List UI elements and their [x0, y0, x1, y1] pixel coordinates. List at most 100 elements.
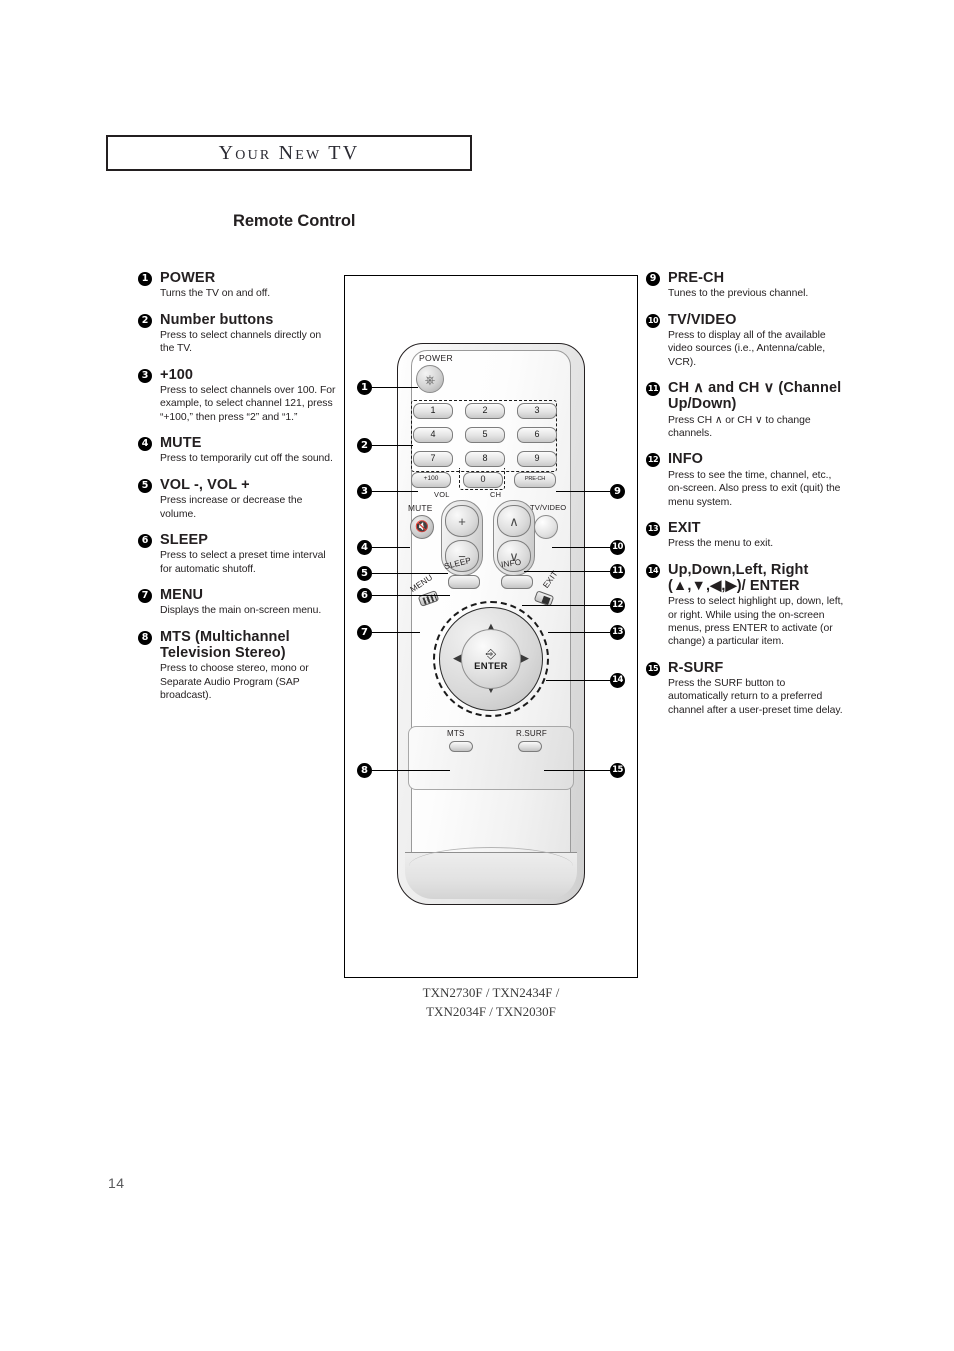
- figure-callout-6: 6: [357, 588, 372, 603]
- plus100-button[interactable]: +100: [411, 472, 451, 488]
- page-title: Remote Control: [233, 212, 356, 230]
- number-key-4[interactable]: 4: [413, 427, 453, 443]
- number-key-5[interactable]: 5: [465, 427, 505, 443]
- remote-bottom-bezel: [405, 847, 577, 899]
- mts-button[interactable]: [449, 741, 473, 752]
- figure-caption: TXN2730F / TXN2434F / TXN2034F / TXN2030…: [344, 984, 638, 1022]
- figure-callout-14: 14: [610, 673, 625, 688]
- leader-line-10: [552, 547, 610, 549]
- leader-line-2: [372, 445, 413, 447]
- item-title: INFO: [668, 451, 704, 468]
- list-item: 6 SLEEP Press to select a preset time in…: [138, 532, 338, 576]
- item-title: EXIT: [668, 519, 701, 536]
- figure-callout-4: 4: [357, 540, 372, 555]
- item-body: Press to select highlight up, down, left…: [668, 596, 844, 648]
- callout-badge-7: 7: [138, 589, 152, 604]
- item-body: Press CH ∧ or CH ∨ to change channels.: [668, 414, 811, 440]
- list-item: 15 R-SURF Press the SURF button to autom…: [646, 660, 846, 718]
- callout-badge-8: 8: [138, 630, 152, 645]
- volume-up-button[interactable]: +: [445, 505, 479, 537]
- leader-line-12: [522, 605, 610, 607]
- leader-line-7: [372, 632, 420, 634]
- leader-line-15: [544, 770, 610, 772]
- caption-line-2: TXN2034F / TXN2030F: [426, 1003, 556, 1019]
- item-body: Press to select a preset time interval f…: [160, 550, 326, 575]
- list-item: 3 +100 Press to select channels over 100…: [138, 367, 338, 425]
- leader-line-8: [372, 770, 450, 772]
- caption-line-1: TXN2730F / TXN2434F /: [422, 985, 560, 1000]
- callout-badge-14: 14: [646, 563, 660, 578]
- left-description-column: 1 POWER Turns the TV on and off. 2 Numbe…: [138, 270, 338, 713]
- list-item: 9 PRE-CH Tunes to the previous channel.: [646, 270, 846, 301]
- rsurf-button[interactable]: [518, 741, 542, 752]
- chapter-header-box: Your New TV: [106, 135, 472, 171]
- list-item: 14 Up,Down,Left, Right (▲,▼,◀,▶)/ ENTER …: [646, 562, 846, 649]
- item-title: +100: [160, 366, 194, 383]
- enter-return-icon: ⎆: [485, 645, 497, 661]
- enter-label: ENTER: [474, 660, 508, 672]
- number-key-8[interactable]: 8: [465, 451, 505, 467]
- leader-line-14: [546, 680, 610, 682]
- number-key-3[interactable]: 3: [517, 403, 557, 419]
- vol-label: VOL: [434, 490, 450, 499]
- leader-line-3: [372, 491, 418, 493]
- remote-control-illustration: POWER ⎈ 1 2 3 4 5 6 7 8 9 +100 0 PRE-CH …: [397, 343, 585, 905]
- leader-line-1: [372, 387, 418, 389]
- list-item: 8 MTS (Multichannel Television Stereo) P…: [138, 629, 338, 703]
- figure-callout-1: 1: [357, 380, 372, 395]
- number-key-7[interactable]: 7: [413, 451, 453, 467]
- list-item: 13 EXIT Press the menu to exit.: [646, 520, 846, 551]
- power-icon: ⎈: [424, 371, 436, 387]
- figure-callout-15: 15: [610, 763, 625, 778]
- number-key-6[interactable]: 6: [517, 427, 557, 443]
- list-item: 2 Number buttons Press to select channel…: [138, 312, 338, 356]
- sleep-button[interactable]: [448, 575, 480, 589]
- item-title: CH ∧ and CH ∨ (Channel Up/Down): [668, 380, 842, 413]
- item-title: Up,Down,Left, Right (▲,▼,◀,▶)/ ENTER: [668, 561, 809, 594]
- callout-badge-1: 1: [138, 272, 152, 286]
- tvvideo-button[interactable]: [534, 515, 558, 539]
- callout-badge-5: 5: [138, 478, 152, 493]
- number-key-1[interactable]: 1: [413, 403, 453, 419]
- mute-speaker-icon: 🔇: [415, 520, 429, 533]
- callout-badge-13: 13: [646, 521, 660, 536]
- item-title: MENU: [160, 587, 204, 604]
- number-key-2[interactable]: 2: [465, 403, 505, 419]
- callout-badge-9: 9: [646, 272, 660, 286]
- callout-badge-6: 6: [138, 533, 152, 548]
- figure-callout-8: 8: [357, 763, 372, 778]
- callout-badge-3: 3: [138, 368, 152, 383]
- channel-up-button[interactable]: ∧: [497, 505, 531, 537]
- item-body: Press to choose stereo, mono or Separate…: [160, 663, 309, 702]
- power-button[interactable]: ⎈: [416, 365, 444, 393]
- callout-badge-10: 10: [646, 313, 660, 328]
- figure-callout-11: 11: [610, 564, 625, 579]
- navigation-wheel: ▲ ▼ ◀ ▶ ⎆ ENTER: [433, 601, 549, 717]
- list-item: 12 INFO Press to see the time, channel, …: [646, 451, 846, 509]
- number-key-0[interactable]: 0: [463, 472, 503, 488]
- item-body: Press to temporarily cut off the sound.: [160, 453, 333, 465]
- item-body: Press to see the time, channel, etc., on…: [668, 469, 841, 508]
- item-body: Press to display all of the available vi…: [668, 329, 826, 368]
- number-keypad: 1 2 3 4 5 6 7 8 9: [411, 400, 557, 472]
- callout-badge-12: 12: [646, 453, 660, 468]
- item-body: Turns the TV on and off.: [160, 288, 271, 300]
- prech-button[interactable]: PRE-CH: [514, 472, 556, 488]
- arrow-right-icon[interactable]: ▶: [521, 653, 529, 665]
- item-title: TV/VIDEO: [668, 311, 737, 328]
- figure-callout-9: 9: [610, 484, 625, 499]
- enter-button[interactable]: ⎆ ENTER: [461, 629, 521, 689]
- item-title: PRE-CH: [668, 270, 725, 286]
- item-body: Press to select channels over 100. For e…: [160, 384, 336, 423]
- mute-button[interactable]: 🔇: [410, 515, 434, 539]
- list-item: 7 MENU Displays the main on-screen menu.: [138, 587, 338, 618]
- leader-line-13: [548, 632, 610, 634]
- bottom-button-panel: [408, 726, 574, 790]
- figure-callout-7: 7: [357, 625, 372, 640]
- figure-callout-13: 13: [610, 625, 625, 640]
- info-button[interactable]: [501, 575, 533, 589]
- number-key-9[interactable]: 9: [517, 451, 557, 467]
- list-item: 4 MUTE Press to temporarily cut off the …: [138, 435, 338, 466]
- item-title: Number buttons: [160, 311, 274, 328]
- leader-line-5: [372, 573, 448, 575]
